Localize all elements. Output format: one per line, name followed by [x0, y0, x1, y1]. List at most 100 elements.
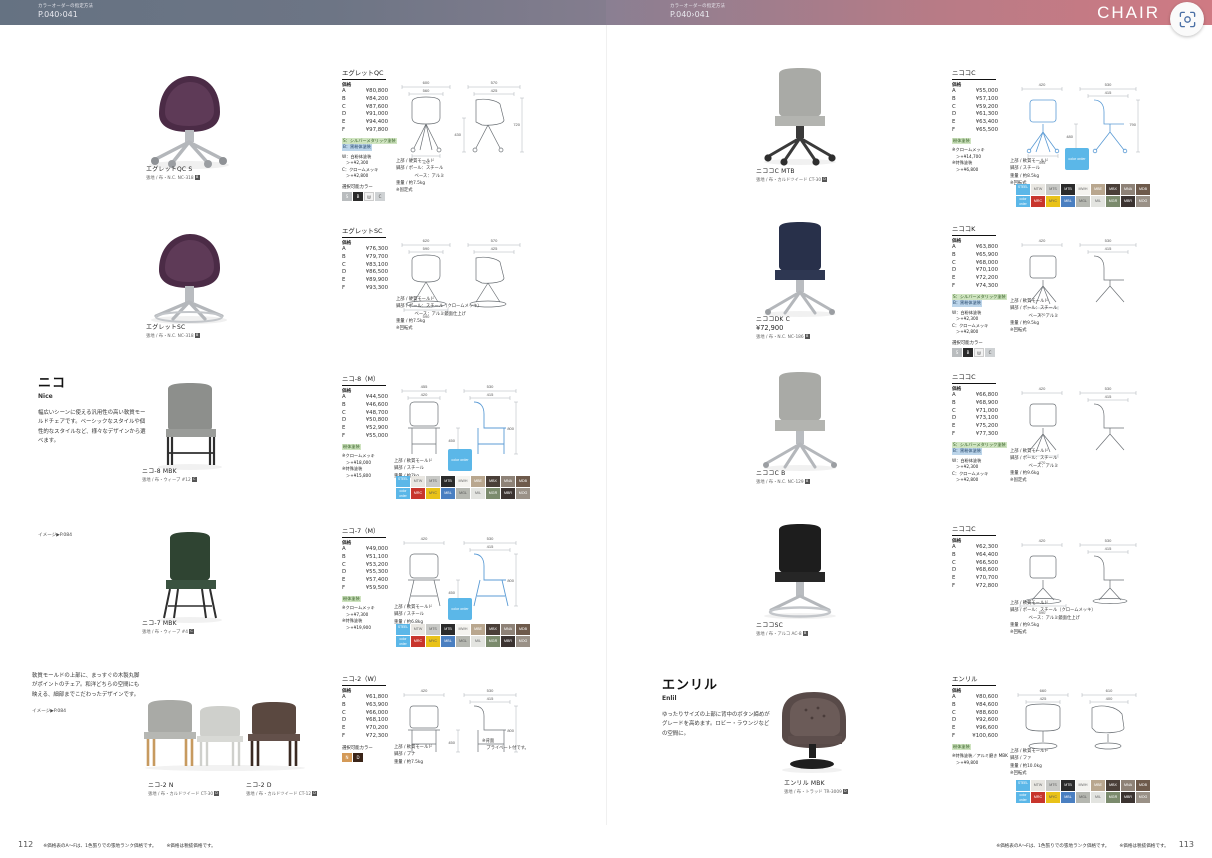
color-swatch[interactable]: W — [364, 191, 374, 201]
palette-swatch[interactable]: MTB — [1061, 184, 1075, 195]
svg-text:570: 570 — [491, 238, 498, 243]
palette-swatch[interactable]: MTS — [426, 476, 440, 487]
palette-swatch[interactable]: MBR — [501, 488, 515, 499]
palette-swatch[interactable]: MTW — [411, 476, 425, 487]
palette-swatch[interactable]: MBR — [1121, 196, 1135, 207]
palette-swatch[interactable]: MWH — [456, 476, 470, 487]
palette-swatch[interactable]: MGR — [486, 488, 500, 499]
palette-swatch[interactable]: MGR — [1106, 196, 1120, 207]
image-ref-note[interactable]: イメージ▶P.084 — [38, 532, 72, 538]
palette-swatch[interactable]: MYC — [1046, 196, 1060, 207]
palette-swatch[interactable]: MBL — [441, 488, 455, 499]
material-line: 上部 / 軟質モールド — [394, 745, 433, 750]
banner-right-half: カラーオーダーの指定方法 P.040›041 CHAIR — [606, 0, 1212, 36]
color-order-chip[interactable]: color order — [448, 449, 472, 471]
palette-swatch[interactable]: MBX — [486, 624, 500, 635]
palette-swatch[interactable]: MTW — [1031, 184, 1045, 195]
palette-swatch[interactable]: MYC — [1046, 792, 1060, 803]
color-swatch[interactable]: C — [375, 191, 385, 201]
material-line: 重量 / 約9.5kg — [1010, 320, 1040, 326]
color-palette-nico-8m[interactable]: STEEL MTW MTS MTB MWH MBE MBX MNA MDB co… — [396, 476, 530, 499]
banner-right-note[interactable]: カラーオーダーの指定方法 P.040›041 — [670, 4, 725, 19]
palette-swatch[interactable]: MOG — [1136, 196, 1150, 207]
color-order-chip[interactable]: color order — [1065, 148, 1089, 170]
svg-text:660: 660 — [1040, 688, 1047, 693]
palette-swatch[interactable]: MWH — [456, 624, 470, 635]
palette-swatch[interactable]: MTB — [1061, 780, 1075, 791]
palette-swatch[interactable]: MBE — [1091, 780, 1105, 791]
palette-swatch[interactable]: MDB — [516, 624, 530, 635]
svg-text:600: 600 — [423, 80, 430, 85]
palette-swatch[interactable]: MOG — [516, 488, 530, 499]
spec-title: ニコ-2（W） — [342, 675, 381, 683]
palette-swatch[interactable]: MTB — [441, 476, 455, 487]
palette-swatch[interactable]: MIL — [1091, 196, 1105, 207]
palette-swatch[interactable]: MGR — [1106, 792, 1120, 803]
palette-swatch[interactable]: MOG — [1136, 792, 1150, 803]
color-swatch-row[interactable]: S B W C — [952, 347, 1122, 357]
color-swatch[interactable]: W — [974, 347, 984, 357]
palette-swatch[interactable]: MNA — [501, 476, 515, 487]
color-palette-nico-7m[interactable]: STEEL MTW MTS MTB MWH MBE MBX MNA MDB co… — [396, 624, 530, 647]
palette-swatch[interactable]: MWH — [1076, 780, 1090, 791]
finish-tag: B：黒粉体塗装 — [342, 144, 372, 151]
palette-swatch[interactable]: MGL — [1076, 792, 1090, 803]
palette-swatch[interactable]: MBL — [441, 636, 455, 647]
material-list-nicoco-cc: 上部 / 軟質モールド 脚部 / スチール 重量 / 約8.5kg ※回転式 — [1010, 158, 1049, 187]
palette-swatch[interactable]: MTW — [411, 624, 425, 635]
palette-swatch[interactable]: MBX — [1106, 780, 1120, 791]
palette-swatch[interactable]: MIL — [471, 636, 485, 647]
palette-swatch[interactable]: MGL — [456, 488, 470, 499]
color-swatch[interactable]: B — [353, 191, 363, 201]
palette-swatch[interactable]: MTW — [1031, 780, 1045, 791]
price-table-egret-qc: A ¥80,800 B ¥84,200 C ¥87,600 D ¥91,000 E ¥94… — [342, 88, 388, 135]
palette-swatch[interactable]: MDB — [1136, 780, 1150, 791]
palette-swatch[interactable]: MRC — [1031, 792, 1045, 803]
palette-swatch[interactable]: MBE — [1091, 184, 1105, 195]
color-swatch[interactable]: C — [985, 347, 995, 357]
palette-swatch[interactable]: MBR — [501, 636, 515, 647]
palette-swatch[interactable]: MBX — [1106, 184, 1120, 195]
palette-swatch[interactable]: MWH — [1076, 184, 1090, 195]
palette-swatch[interactable]: MDB — [516, 476, 530, 487]
palette-swatch[interactable]: MTS — [1046, 780, 1060, 791]
palette-swatch[interactable]: MNA — [1121, 184, 1135, 195]
palette-swatch[interactable]: MGR — [486, 636, 500, 647]
palette-swatch[interactable]: MBR — [1121, 792, 1135, 803]
scan-camera-icon[interactable] — [1170, 2, 1204, 36]
palette-swatch[interactable]: MGL — [456, 636, 470, 647]
palette-swatch[interactable]: MBL — [1061, 792, 1075, 803]
palette-swatch[interactable]: MGL — [1076, 196, 1090, 207]
palette-swatch[interactable]: MOG — [516, 636, 530, 647]
palette-swatch[interactable]: MTB — [441, 624, 455, 635]
palette-swatch[interactable]: MIL — [1091, 792, 1105, 803]
palette-swatch[interactable]: MBX — [486, 476, 500, 487]
palette-swatch[interactable]: MTS — [426, 624, 440, 635]
banner-left-note[interactable]: カラーオーダーの指定方法 P.040›041 — [38, 4, 93, 19]
palette-swatch[interactable]: MBE — [471, 624, 485, 635]
palette-swatch[interactable]: MYC — [426, 636, 440, 647]
color-swatch[interactable]: S — [342, 191, 352, 201]
palette-swatch[interactable]: MTS — [1046, 184, 1060, 195]
margin-note-ref[interactable]: イメージ▶P.084 — [32, 708, 144, 714]
palette-swatch[interactable]: MIL — [471, 488, 485, 499]
color-swatch[interactable]: B — [963, 347, 973, 357]
svg-text:450: 450 — [448, 438, 455, 443]
palette-swatch[interactable]: MRC — [411, 636, 425, 647]
color-palette-enlil[interactable]: STEEL MTW MTS MTB MWH MBE MBX MNA MDB co… — [1016, 780, 1150, 803]
palette-swatch[interactable]: MNA — [501, 624, 515, 635]
color-swatch[interactable]: S — [952, 347, 962, 357]
palette-swatch[interactable]: MDB — [1136, 184, 1150, 195]
color-palette-nicoco-cc[interactable]: STEEL MTW MTS MTB MWH MBE MBX MNA MDB co… — [1016, 184, 1150, 207]
palette-swatch[interactable]: MYC — [426, 488, 440, 499]
material-line: 上部 / 軟質モールド — [1010, 299, 1049, 304]
palette-swatch[interactable]: MNA — [1121, 780, 1135, 791]
palette-swatch[interactable]: MBL — [1061, 196, 1075, 207]
material-line: 重量 / 約7.5kg — [394, 759, 424, 765]
palette-swatch[interactable]: MBE — [471, 476, 485, 487]
color-swatch[interactable]: D — [353, 752, 363, 762]
color-swatch[interactable]: N — [342, 752, 352, 762]
palette-swatch[interactable]: MRC — [411, 488, 425, 499]
color-order-chip[interactable]: color order — [448, 598, 472, 620]
palette-swatch[interactable]: MRC — [1031, 196, 1045, 207]
